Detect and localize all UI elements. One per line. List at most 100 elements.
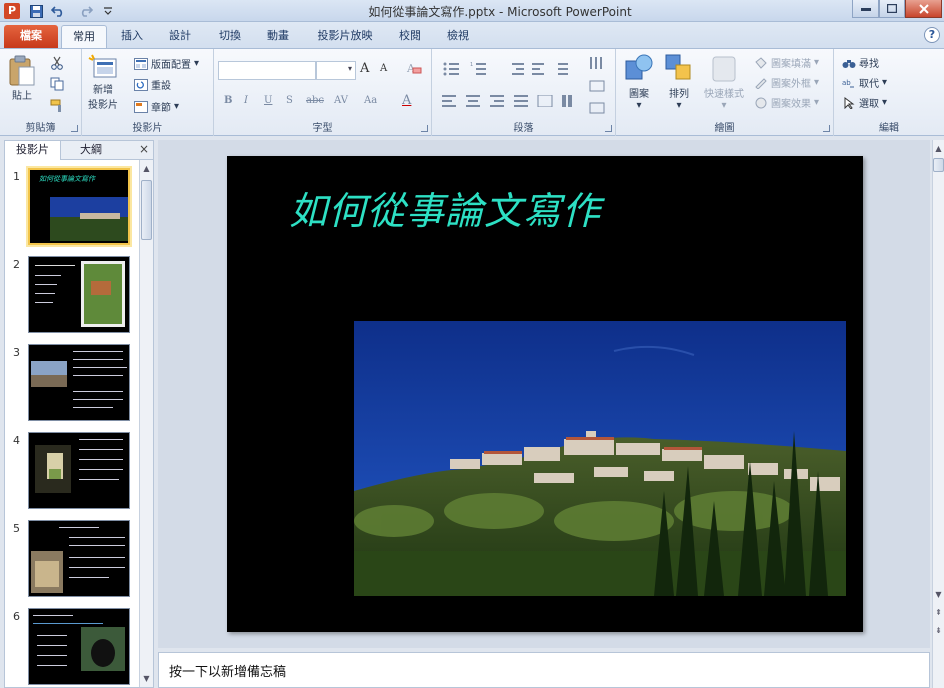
section-dropdown-icon: ▾ <box>174 101 180 112</box>
character-spacing-button[interactable]: AV <box>334 95 348 106</box>
copy-button[interactable] <box>50 77 66 91</box>
slide-thumbnail-6[interactable] <box>28 608 130 685</box>
font-launcher-icon[interactable] <box>421 125 428 132</box>
shadow-s-button[interactable]: S <box>286 95 293 106</box>
clear-format-button[interactable]: A <box>406 61 422 75</box>
maximize-button[interactable] <box>879 0 905 18</box>
hilltop-village-photo[interactable] <box>354 321 846 596</box>
paste-button[interactable]: 貼上 <box>8 55 36 102</box>
layout-button[interactable]: 版面配置 ▾ <box>134 56 199 71</box>
customize-qat-icon[interactable] <box>100 3 116 19</box>
section-label: 章節 <box>151 103 171 114</box>
tab-view[interactable]: 檢視 <box>438 25 478 48</box>
slides-outline-tabs: 投影片 大綱 × <box>4 140 154 160</box>
tab-home[interactable]: 常用 <box>61 25 107 48</box>
shape-fill-button[interactable]: 圖案填滿 ▾ <box>754 55 819 70</box>
save-icon[interactable] <box>28 3 44 19</box>
editor-scrollbar[interactable]: ▲ ▼ ⇞ ⇟ <box>932 140 944 688</box>
scroll-thumb[interactable] <box>141 180 152 240</box>
alignment-buttons-icons[interactable] <box>442 95 572 107</box>
redo-icon[interactable] <box>78 3 94 19</box>
grow-font-button[interactable]: A <box>360 61 369 76</box>
shapes-icon <box>625 54 653 80</box>
text-direction-icons[interactable] <box>588 57 608 121</box>
next-slide-icon[interactable]: ⇟ <box>933 624 944 638</box>
tab-transitions[interactable]: 切換 <box>210 25 250 48</box>
cut-button[interactable] <box>50 56 64 70</box>
group-slides: 新增 投影片 版面配置 ▾ 重設 章節 ▾ 投影片 <box>82 49 214 136</box>
editor-scroll-thumb[interactable] <box>933 158 944 172</box>
underline-button[interactable]: U <box>264 95 272 106</box>
shape-effects-button[interactable]: 圖案效果 ▾ <box>754 95 819 110</box>
slide-thumbnail-4[interactable] <box>28 432 130 509</box>
bold-button[interactable]: B <box>224 95 232 106</box>
close-pane-icon[interactable]: × <box>139 142 149 156</box>
current-slide[interactable]: 如何從事論文寫作 <box>227 156 863 632</box>
section-button[interactable]: 章節 ▾ <box>134 99 179 114</box>
shapes-dropdown-icon: ▾ <box>636 100 642 111</box>
title-bar: P 如何從事論文寫作.pptx - Microsoft PowerPoint <box>0 0 944 22</box>
tab-slides-panel[interactable]: 投影片 <box>5 141 61 160</box>
layout-label: 版面配置 <box>151 60 191 71</box>
slide-title-text[interactable]: 如何從事論文寫作 <box>289 180 601 235</box>
paragraph-launcher-icon[interactable] <box>605 125 612 132</box>
thumbnail-window-image <box>35 445 71 493</box>
reset-button[interactable]: 重設 <box>134 77 171 92</box>
slide-thumbnail-1[interactable]: 如何從事論文寫作 <box>28 168 130 245</box>
undo-icon[interactable] <box>50 3 66 19</box>
drawing-group-label: 繪圖 <box>714 123 735 134</box>
font-size-combo[interactable]: ▾ <box>316 61 356 80</box>
change-case-button[interactable]: Aa <box>364 95 377 106</box>
close-button[interactable] <box>905 0 942 18</box>
font-name-combo[interactable] <box>218 61 316 80</box>
editor-scroll-up-icon[interactable]: ▲ <box>933 142 944 156</box>
tab-slideshow[interactable]: 投影片放映 <box>308 25 382 48</box>
tab-design[interactable]: 設計 <box>160 25 200 48</box>
replace-button[interactable]: ab 取代 ▾ <box>842 75 887 90</box>
clipboard-launcher-icon[interactable] <box>71 125 78 132</box>
list-buttons-icons[interactable]: 1 <box>442 61 572 77</box>
font-color-button[interactable]: A <box>402 93 411 108</box>
italic-button[interactable]: I <box>244 95 248 106</box>
thumbnail-title: 如何從事論文寫作 <box>39 175 95 183</box>
replace-label: 取代 <box>859 79 879 90</box>
tab-file[interactable]: 檔案 <box>4 25 58 48</box>
slide-thumbnail-2[interactable] <box>28 256 130 333</box>
shape-outline-button[interactable]: 圖案外框 ▾ <box>754 75 819 90</box>
help-icon[interactable]: ? <box>924 27 940 43</box>
shapes-button[interactable]: 圖案 ▾ <box>624 53 654 111</box>
ribbon-tabs: 檔案 常用 插入 設計 切換 動畫 投影片放映 校閱 檢視 ? <box>0 22 944 48</box>
thumbnail-tunnel-image <box>81 627 125 671</box>
notes-placeholder: 按一下以新增備忘稿 <box>169 665 287 680</box>
tab-outline-panel[interactable]: 大綱 <box>63 141 119 160</box>
minimize-button[interactable] <box>852 0 879 18</box>
thumbnails-scrollbar[interactable]: ▲ ▼ <box>139 160 153 687</box>
strikethrough-button[interactable]: abc <box>306 95 324 106</box>
quick-styles-dropdown-icon: ▾ <box>721 100 727 111</box>
scroll-down-arrow-icon[interactable]: ▼ <box>141 672 152 686</box>
quick-styles-button[interactable]: 快速樣式 ▾ <box>704 53 744 111</box>
notes-pane[interactable]: 按一下以新增備忘稿 <box>158 652 930 688</box>
thumbnail-sea-image <box>31 361 67 387</box>
shape-outline-label: 圖案外框 <box>771 79 811 90</box>
arrange-icon <box>665 54 691 80</box>
previous-slide-icon[interactable]: ⇞ <box>933 606 944 620</box>
powerpoint-app-icon[interactable]: P <box>4 3 20 19</box>
arrange-button[interactable]: 排列 ▾ <box>664 53 694 111</box>
tab-insert[interactable]: 插入 <box>112 25 152 48</box>
new-slide-button[interactable]: 新增 投影片 <box>88 53 118 111</box>
slide-thumbnail-5[interactable] <box>28 520 130 597</box>
editor-scroll-down-icon[interactable]: ▼ <box>933 588 944 602</box>
new-slide-label-1: 新增 <box>93 85 113 96</box>
format-painter-button[interactable] <box>50 99 64 113</box>
find-button[interactable]: 尋找 <box>842 55 879 70</box>
slide-thumbnail-3[interactable] <box>28 344 130 421</box>
shapes-label: 圖案 <box>629 89 649 100</box>
scroll-up-arrow-icon[interactable]: ▲ <box>141 162 152 176</box>
layout-icon <box>134 57 148 70</box>
tab-animations[interactable]: 動畫 <box>258 25 298 48</box>
shrink-font-button[interactable]: A <box>380 63 387 74</box>
tab-review[interactable]: 校閱 <box>390 25 430 48</box>
drawing-launcher-icon[interactable] <box>823 125 830 132</box>
select-button[interactable]: 選取 ▾ <box>842 95 887 110</box>
